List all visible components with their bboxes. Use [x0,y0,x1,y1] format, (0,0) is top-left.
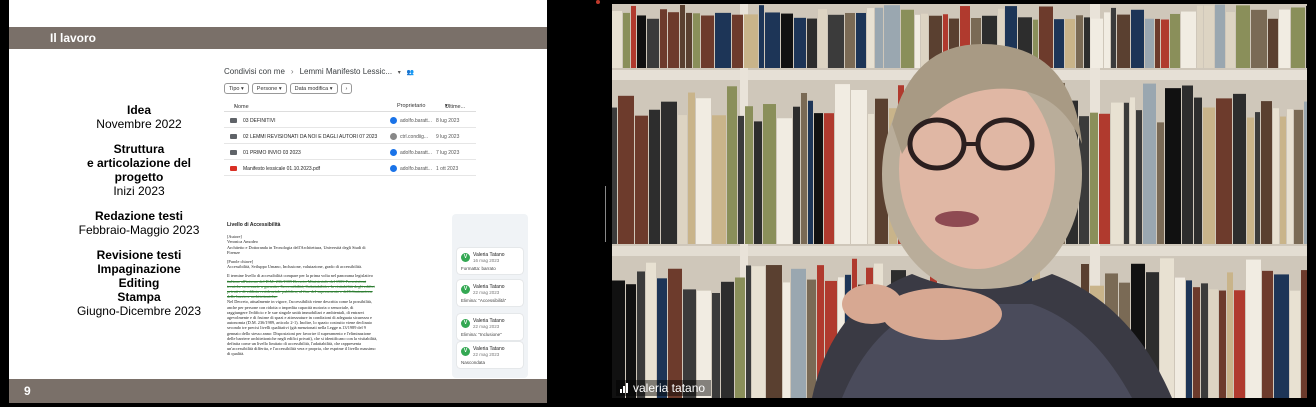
chevron-right-icon: › [340,83,353,94]
timeline-dates: Inizi 2023 [113,184,165,198]
document-line: di qualità. [227,351,245,357]
file-name: 02 LEMMI REVISIONATI DA NOI E DAGLI AUTO… [243,134,378,140]
split-resize-handle[interactable] [605,186,608,242]
avatar [390,133,397,140]
file-owner: ctrl.condiig... [400,134,429,140]
drive-filters: Tipo ▾ Persone ▾ Data modifica ▾ › [224,83,353,94]
timeline-entry-idea: Idea Novembre 2022 [49,103,229,131]
shared-slide: Il lavoro Idea Novembre 2022 Struttura e… [9,0,547,403]
folder-icon [230,118,237,123]
recording-dot-icon [596,0,600,4]
column-modified: Ultime... ▾ [445,103,466,110]
drive-folder-screenshot: Condivisi con me › Lemmi Manifesto Lessic.… [224,62,484,182]
column-owner: Proprietario [397,103,426,109]
file-date: 7 lug 2023 [436,150,460,156]
comment-card: V Valeria Tatano 16 mag 2023 Formatta: b… [457,248,523,274]
folder-icon [230,150,237,155]
filter-chip-data: Data modifica ▾ [289,83,338,94]
timeline-title: Redazione testi [94,209,184,223]
signal-bars-icon [620,383,628,393]
drive-row: 01 PRIMO INVIO 03 2023 adolfo.baratt... … [224,146,476,160]
timeline-title: Struttura e articolazione del progetto [86,142,192,184]
comment-note: Elimina: "Accessibilità" [461,298,507,303]
participant-video-tile[interactable]: valeria tatano [612,4,1307,398]
comment-card: V Valeria Tatano 22 mag 2023 Elimina: "A… [457,280,523,306]
file-name: Manifesto lessicale 01.10.2023.pdf [243,166,320,172]
filter-chip-tipo: Tipo ▾ [224,83,249,94]
timeline-entry-struttura: Struttura e articolazione del progetto I… [49,142,229,198]
breadcrumb-folder: Lemmi Manifesto Lessic... [299,67,393,76]
participant-name-tag: valeria tatano [616,380,712,396]
avatar [390,117,397,124]
file-date: 1 ott 2023 [436,166,459,172]
file-owner: adolfo.baratt... [400,166,432,172]
avatar: V [461,347,470,356]
comment-card: V Valeria Tatano 22 mag 2023 Nascondata [457,342,523,368]
timeline-title: Revisione testi Impaginazione Editing St… [96,248,182,304]
slide-title: Il lavoro [50,31,97,45]
people-icon: 👥 [406,70,414,76]
file-date: 8 lug 2023 [436,118,460,124]
breadcrumb: Condivisi con me › Lemmi Manifesto Lessic.… [224,67,414,76]
avatar: V [461,253,470,262]
timeline-dates: Novembre 2022 [96,117,182,131]
comment-date: 22 mag 2023 [473,324,500,329]
timeline-dates: Giugno-Dicembre 2023 [76,304,202,318]
comment-note: Nascondata [461,360,486,365]
comment-note: Elimina: "Inclusione" [461,332,502,337]
comment-date: 22 mag 2023 [473,290,500,295]
chevron-right-icon: › [290,67,294,76]
drive-row: Manifesto lessicale 01.10.2023.pdf adolf… [224,162,476,176]
timeline: Idea Novembre 2022 Struttura e articolaz… [49,103,229,329]
column-name: Nome ↓ [234,103,249,110]
slide-header: Il lavoro [9,27,547,49]
file-owner: adolfo.baratt... [400,118,432,124]
document-body: [Autore] Veronica Amodeo Architetto e Dott… [225,234,447,356]
comment-date: 16 mag 2023 [473,258,500,263]
breadcrumb-root: Condivisi con me [224,67,285,76]
drive-row: 03 DEFINITIVI adolfo.baratt... 8 lug 202… [224,114,476,128]
avatar: V [461,319,470,328]
comment-date: 22 mag 2023 [473,352,500,357]
avatar [390,149,397,156]
timeline-title: Idea [126,103,151,117]
comments-panel: V Valeria Tatano 16 mag 2023 Formatta: b… [452,214,528,378]
timeline-dates: Febbraio-Maggio 2023 [78,223,200,237]
participant-name: valeria tatano [633,381,706,395]
document-screenshot: Livello di Accessibilità [Autore] Veronic… [225,218,447,378]
drive-row: 02 LEMMI REVISIONATI DA NOI E DAGLI AUTO… [224,130,476,144]
timeline-entry-revisione: Revisione testi Impaginazione Editing St… [49,248,229,318]
meeting-window: Il lavoro Idea Novembre 2022 Struttura e… [0,0,1316,407]
caret-down-icon: ▾ [396,70,403,76]
pdf-icon [230,166,237,171]
filter-chip-persone: Persone ▾ [251,83,287,94]
video-feed [612,4,1307,398]
avatar [390,165,397,172]
slide-footer: 9 [9,379,547,403]
avatar: V [461,285,470,294]
timeline-entry-redazione: Redazione testi Febbraio-Maggio 2023 [49,209,229,237]
folder-icon [230,134,237,139]
file-date: 9 lug 2023 [436,134,460,140]
drive-column-header: Nome ↓ Proprietario Ultime... ▾ [224,102,476,112]
document-title: Livello di Accessibilità [227,222,281,228]
comment-card: V Valeria Tatano 22 mag 2023 Elimina: "I… [457,314,523,340]
file-owner: adolfo.baratt... [400,150,432,156]
file-name: 01 PRIMO INVIO 03 2023 [243,150,301,156]
comment-note: Formatta: barrato [461,266,496,271]
slide-page-number: 9 [24,384,31,398]
file-name: 03 DEFINITIVI [243,118,276,124]
